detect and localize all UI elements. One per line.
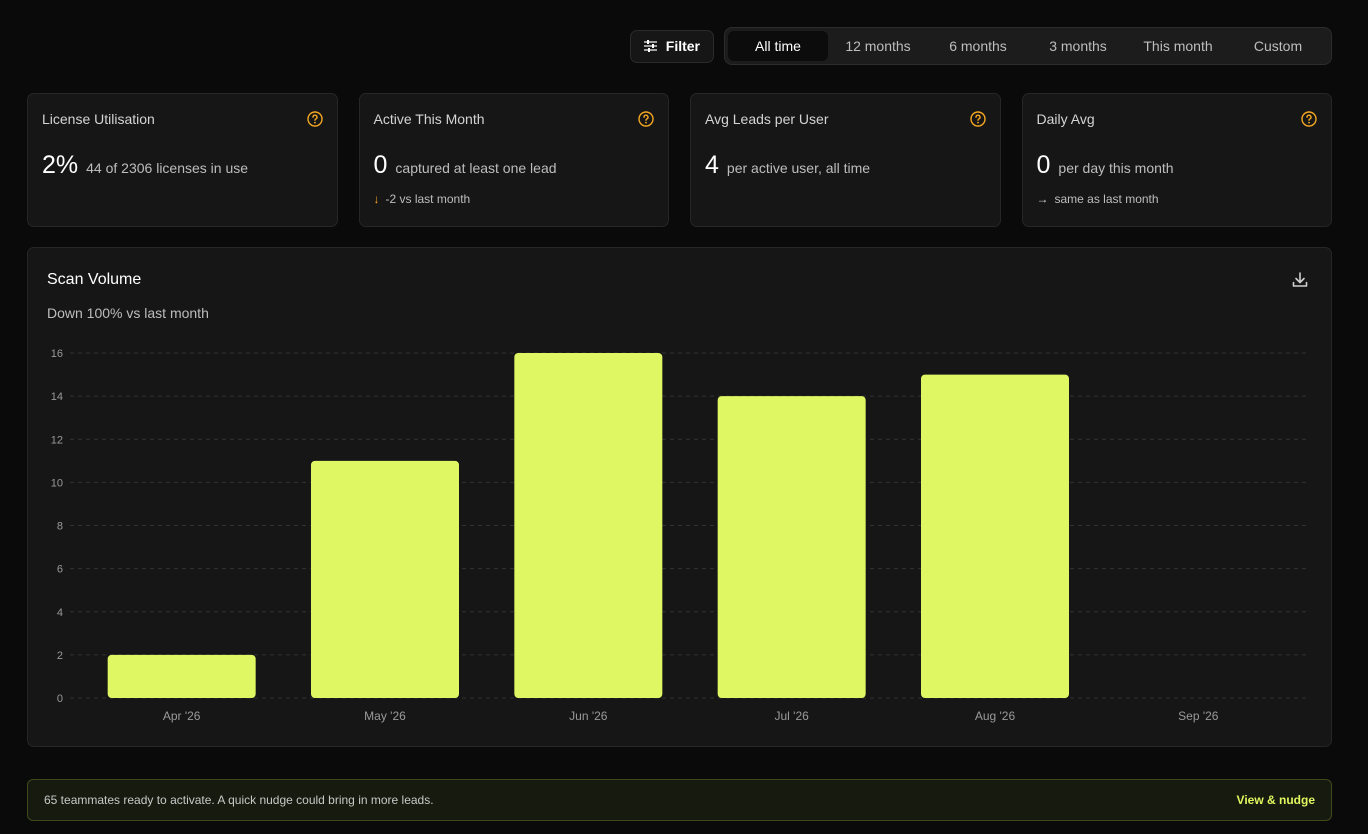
delta-text: same as last month — [1054, 192, 1159, 206]
y-tick-label: 2 — [57, 650, 63, 662]
x-tick-label: Jun '26 — [569, 709, 608, 723]
card-value: 0 — [1036, 151, 1051, 179]
card-title: Daily Avg — [1036, 111, 1095, 127]
card-avg-leads-per-user: Avg Leads per User 4 per active user, al… — [690, 93, 1001, 227]
filter-label: Filter — [665, 38, 700, 54]
toolbar: Filter All time 12 months 6 months 3 mon… — [629, 27, 1332, 65]
help-icon[interactable] — [1301, 111, 1317, 127]
view-and-nudge-link[interactable]: View & nudge — [1237, 793, 1315, 807]
y-tick-label: 8 — [57, 521, 63, 533]
arrow-right-icon: → — [1036, 192, 1049, 206]
arrow-down-icon: ↓ — [373, 192, 380, 206]
bar[interactable] — [921, 374, 1069, 698]
y-tick-label: 0 — [57, 693, 63, 705]
tab-this-month[interactable]: This month — [1128, 31, 1228, 61]
card-title: Avg Leads per User — [705, 111, 829, 127]
card-license-utilisation: License Utilisation 2% 44 of 2306 licens… — [27, 93, 338, 227]
help-icon[interactable] — [638, 111, 654, 127]
date-range-tabs: All time 12 months 6 months 3 months Thi… — [724, 27, 1332, 65]
activation-banner: 65 teammates ready to activate. A quick … — [27, 779, 1332, 821]
scan-volume-chart: 0 2 4 6 8 10 12 14 16 Apr '26 May '26 Jun '26 Jul '2… — [51, 348, 1310, 723]
tab-all-time[interactable]: All time — [728, 31, 828, 61]
card-desc: captured at least one lead — [395, 160, 557, 176]
card-value: 2% — [42, 151, 79, 179]
tab-3-months[interactable]: 3 months — [1028, 31, 1128, 61]
bar[interactable] — [311, 460, 459, 698]
x-tick-label: May '26 — [364, 709, 406, 723]
bar[interactable] — [107, 654, 256, 698]
card-desc: 44 of 2306 licenses in use — [86, 160, 249, 176]
bar[interactable] — [717, 396, 866, 698]
card-active-this-month: Active This Month 0 captured at least on… — [358, 93, 669, 227]
filter-button[interactable]: Filter — [629, 29, 714, 63]
tab-12-months[interactable]: 12 months — [828, 31, 928, 61]
tab-custom[interactable]: Custom — [1228, 31, 1328, 61]
help-icon[interactable] — [969, 111, 986, 127]
delta-text: -2 vs last month — [385, 192, 471, 206]
scan-volume-panel: Scan Volume Down 100% vs last month 0246… — [27, 247, 1332, 747]
card-daily-avg: Daily Avg 0 per day this month → same as… — [1021, 93, 1332, 227]
x-tick-label: Jul '26 — [775, 709, 810, 723]
card-desc: per active user, all time — [726, 160, 871, 176]
y-tick-label: 12 — [51, 434, 63, 446]
x-tick-label: Aug '26 — [975, 709, 1016, 723]
x-tick-label: Sep '26 — [1178, 709, 1219, 723]
y-tick-label: 10 — [51, 477, 63, 489]
card-title: Active This Month — [373, 111, 485, 127]
card-title: License Utilisation — [42, 111, 155, 127]
card-delta: ↓ -2 vs last month — [374, 192, 655, 206]
card-delta: → same as last month — [1037, 192, 1318, 206]
sliders-icon — [643, 40, 657, 52]
card-value: 0 — [373, 151, 388, 179]
x-tick-label: Apr '26 — [163, 709, 201, 723]
y-tick-label: 6 — [57, 564, 63, 576]
stat-cards: License Utilisation 2% 44 of 2306 licens… — [27, 93, 1332, 227]
y-tick-label: 14 — [51, 391, 63, 403]
help-icon[interactable] — [306, 111, 323, 127]
card-value: 4 — [705, 151, 719, 179]
tab-6-months[interactable]: 6 months — [928, 31, 1028, 61]
bar[interactable] — [514, 353, 663, 698]
y-tick-label: 16 — [51, 348, 63, 360]
card-desc: per day this month — [1058, 160, 1174, 176]
banner-text: 65 teammates ready to activate. A quick … — [44, 793, 434, 807]
y-tick-label: 4 — [57, 607, 63, 619]
